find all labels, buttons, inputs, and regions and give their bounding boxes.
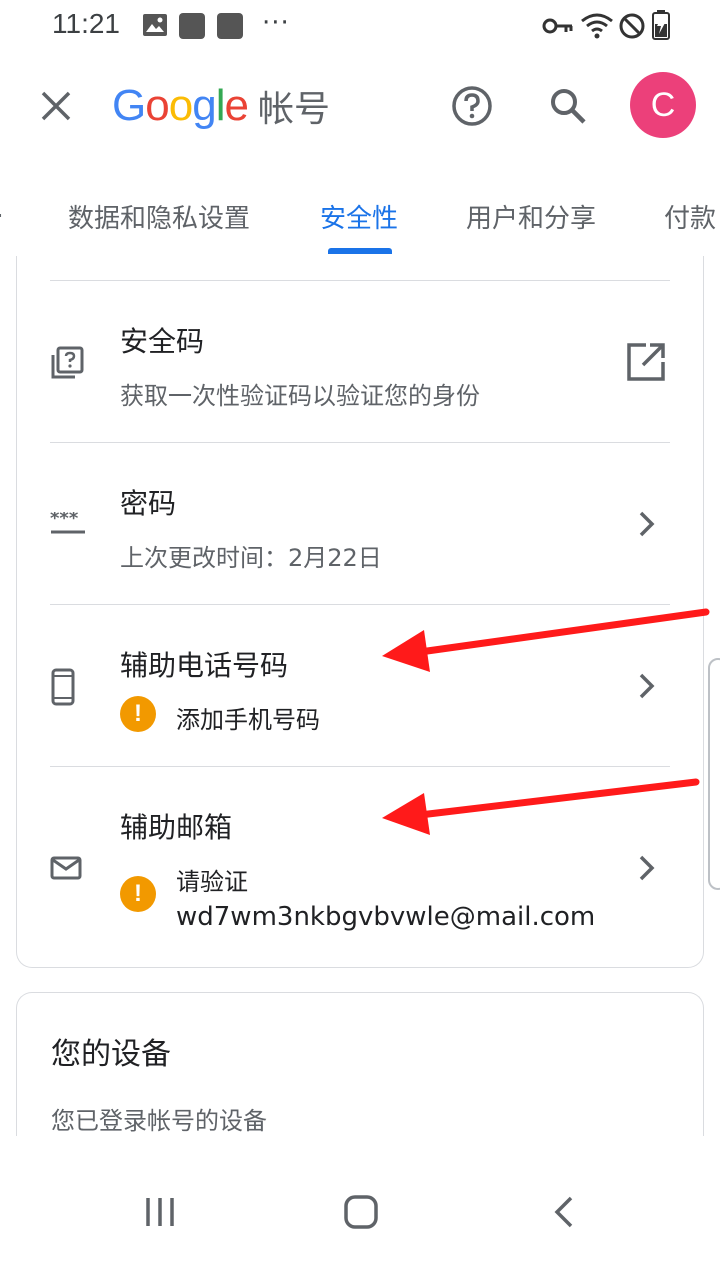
- divider: [50, 280, 670, 281]
- tab-people-sharing[interactable]: 用户和分享: [466, 198, 596, 235]
- app-square-icon: [216, 12, 244, 44]
- recent-apps-button[interactable]: [130, 1182, 190, 1242]
- devices-title: 您的设备: [51, 1037, 171, 1072]
- scroll-handle[interactable]: [708, 658, 720, 890]
- home-button[interactable]: [331, 1182, 391, 1242]
- active-tab-indicator: [328, 248, 392, 254]
- image-icon: [142, 12, 168, 42]
- page-title: 帐号: [257, 89, 330, 130]
- chevron-right-icon: [636, 854, 658, 886]
- account-avatar[interactable]: C: [630, 72, 696, 138]
- close-button[interactable]: [28, 78, 84, 134]
- divider: [50, 766, 670, 767]
- search-icon: [551, 89, 586, 124]
- tab-scroll-edge: ·: [0, 202, 4, 230]
- devices-subtitle: 您已登录帐号的设备: [51, 1107, 267, 1135]
- recovery-email-address: wd7wm3nkbgvbvwle@mail.com: [176, 902, 596, 932]
- back-button[interactable]: [534, 1182, 594, 1242]
- home-icon: [344, 1195, 378, 1229]
- key-icon: [542, 14, 574, 42]
- more-notifications-icon: ···: [262, 8, 290, 38]
- open-in-new-icon: [626, 342, 666, 386]
- list-item-warning: 请验证: [176, 868, 248, 896]
- help-icon: [452, 86, 492, 126]
- system-nav-bar: [0, 1136, 720, 1280]
- help-button[interactable]: [444, 78, 500, 134]
- warning-icon: !: [120, 876, 156, 912]
- chevron-right-icon: [636, 510, 658, 542]
- list-item-recovery-phone[interactable]: 辅助电话号码 ! 添加手机号码: [16, 606, 704, 766]
- list-item-security-code[interactable]: 安全码 获取一次性验证码以验证您的身份: [16, 282, 704, 442]
- status-bar: 11:21 ···: [0, 0, 720, 52]
- list-item-warning: 添加手机号码: [176, 706, 320, 734]
- tab-data-privacy[interactable]: 数据和隐私设置: [68, 198, 250, 235]
- tab-security[interactable]: 安全性: [320, 198, 398, 235]
- svg-text:***: ***: [50, 512, 79, 529]
- list-item-title: 安全码: [120, 325, 205, 358]
- google-account-logo: Google 帐号: [112, 78, 330, 134]
- phone-icon: [50, 668, 76, 710]
- divider: [50, 442, 670, 443]
- devices-card[interactable]: 您的设备 您已登录帐号的设备: [16, 992, 704, 1136]
- list-item-subtitle: 获取一次性验证码以验证您的身份: [120, 382, 480, 410]
- security-code-icon: [50, 346, 84, 384]
- list-item-title: 辅助邮箱: [120, 811, 233, 844]
- battery-charging-icon: [652, 10, 670, 44]
- tab-bar: · 数据和隐私设置 安全性 用户和分享 付款: [0, 162, 720, 256]
- warning-icon: !: [120, 696, 156, 732]
- status-time: 11:21: [52, 8, 120, 39]
- tab-payments[interactable]: 付款: [664, 198, 716, 235]
- list-item-password[interactable]: *** 密码 上次更改时间：2月22日: [16, 444, 704, 604]
- back-icon: [554, 1196, 573, 1228]
- app-square-icon: [178, 12, 206, 44]
- password-icon: ***: [50, 508, 86, 540]
- close-icon: [41, 91, 71, 121]
- recent-apps-icon: [146, 1198, 174, 1226]
- google-wordmark: Google: [112, 81, 249, 130]
- mail-icon: [50, 856, 82, 884]
- list-item-title: 密码: [120, 487, 177, 520]
- divider: [50, 604, 670, 605]
- app-bar: Google 帐号 C: [0, 52, 720, 162]
- search-button[interactable]: [540, 78, 596, 134]
- list-item-subtitle: 上次更改时间：2月22日: [120, 544, 382, 572]
- chevron-right-icon: [636, 672, 658, 704]
- list-item-title: 辅助电话号码: [120, 649, 289, 682]
- wifi-icon: [580, 12, 614, 44]
- do-not-disturb-icon: [618, 12, 646, 44]
- list-item-recovery-email[interactable]: 辅助邮箱 ! 请验证 wd7wm3nkbgvbvwle@mail.com: [16, 768, 704, 964]
